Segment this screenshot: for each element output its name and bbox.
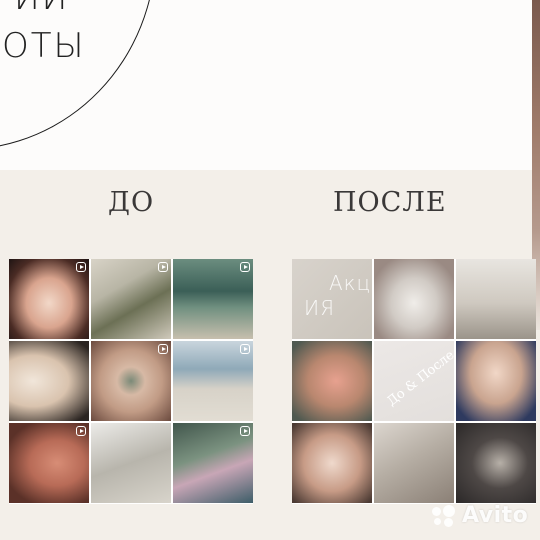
label-before: ДО	[108, 187, 155, 218]
before-tile-4	[9, 341, 89, 421]
avito-brand-text: Avito	[462, 503, 529, 528]
after-tile-5: До & После	[374, 341, 454, 421]
reel-icon	[76, 262, 86, 272]
label-after: ПОСЛЕ	[333, 187, 447, 218]
after-tile-6	[456, 341, 536, 421]
after-tile-8	[374, 423, 454, 503]
decorative-circle	[0, 0, 156, 150]
after-tile-1: Акц ИЯ	[292, 259, 372, 339]
after-tile-2	[374, 259, 454, 339]
before-tile-2	[91, 259, 171, 339]
avito-logo-icon	[432, 504, 458, 527]
before-tile-7	[9, 423, 89, 503]
before-tile-6	[173, 341, 253, 421]
before-tile-3	[173, 259, 253, 339]
grid-after: Акц ИЯ До & После	[292, 259, 536, 504]
reel-icon	[76, 426, 86, 436]
after-tile-7	[292, 423, 372, 503]
after-tile-3	[456, 259, 536, 339]
header-area: ИИ ОТЫ	[0, 0, 540, 170]
grid-before	[9, 259, 253, 504]
reel-icon	[158, 262, 168, 272]
before-tile-9	[173, 423, 253, 503]
reel-icon	[158, 344, 168, 354]
before-tile-1	[9, 259, 89, 339]
promo-text-b: ИЯ	[304, 296, 335, 320]
before-after-text: До & После	[384, 347, 454, 410]
before-tile-8	[91, 423, 171, 503]
before-tile-5	[91, 341, 171, 421]
reel-icon	[240, 426, 250, 436]
after-tile-9	[456, 423, 536, 503]
title-line-2: ОТЫ	[2, 26, 86, 66]
title-line-1: ИИ	[14, 0, 69, 18]
reel-icon	[240, 262, 250, 272]
avito-watermark: Avito	[432, 503, 528, 528]
reel-icon	[240, 344, 250, 354]
promo-text-a: Акц	[329, 271, 372, 295]
after-tile-4	[292, 341, 372, 421]
